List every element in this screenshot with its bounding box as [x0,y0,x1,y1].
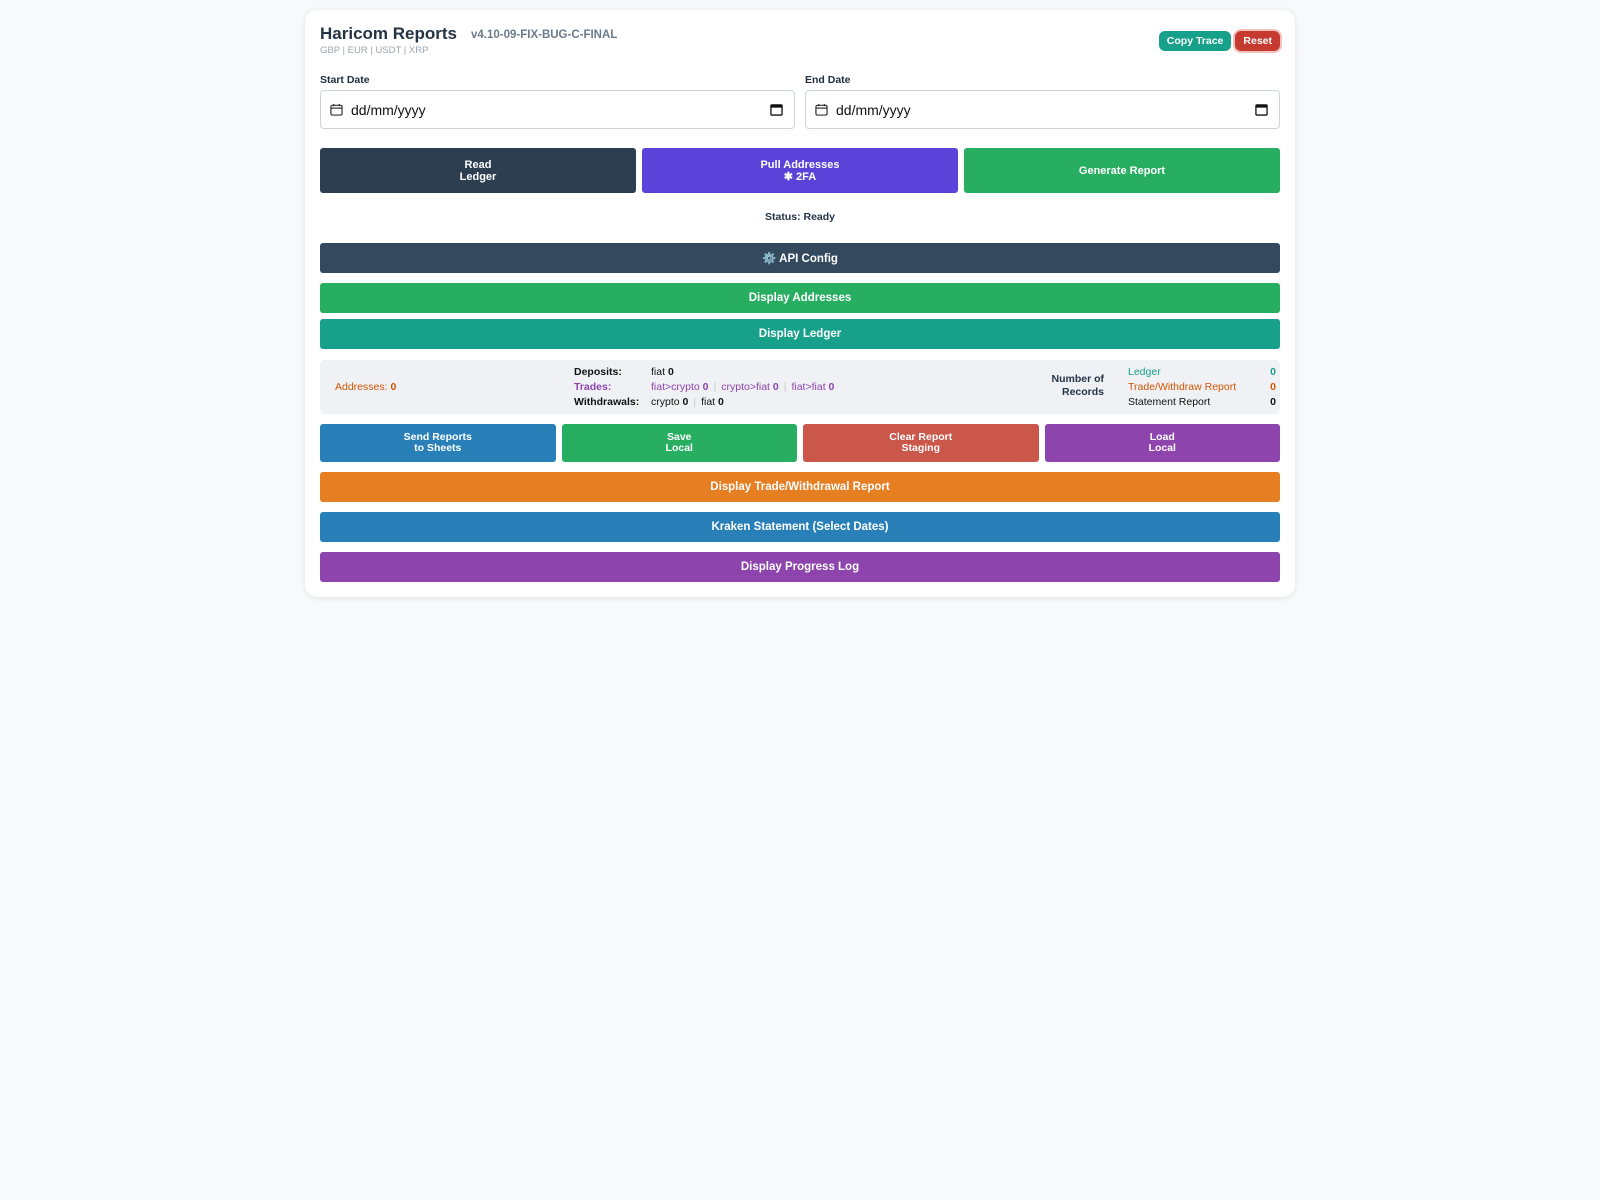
display-ledger-button[interactable]: Display Ledger [320,319,1280,349]
start-date-value: dd/mm/yyyy [351,102,426,118]
trades-fiat-crypto-value: 0 [702,381,709,393]
records-ledger-value: 0 [1270,366,1276,378]
pull-addresses-label-1: Pull Addresses [760,158,840,171]
records-statement-value: 0 [1270,396,1276,408]
display-trade-report-button[interactable]: Display Trade/Withdrawal Report [320,472,1280,502]
main-actions: Read Ledger Pull Addresses ✱ 2FA Generat… [320,148,1280,193]
save-local-button[interactable]: Save Local [561,424,797,462]
trades-row: Trades: fiat>crypto 0 | crypto>fiat 0 | fiat>… [574,381,834,396]
calendar-picker-icon[interactable] [1255,103,1268,116]
addresses-label: Addresses: [335,381,388,393]
end-date-input[interactable]: dd/mm/yyyy [805,90,1280,129]
display-addresses-button[interactable]: Display Addresses [320,283,1280,313]
kraken-statement-button[interactable]: Kraken Statement (Select Dates) [320,512,1280,542]
save-local-label-2: Local [665,442,693,454]
separator: | [783,381,787,393]
api-config-button[interactable]: ⚙️ API Config [320,243,1280,273]
records-title-line-2: Records [1061,386,1104,398]
records-ledger-row: Ledger 0 [1128,366,1276,381]
transaction-counts: Deposits: fiat 0 Trades: fiat>crypto 0 | cry… [574,366,834,411]
records-trade-value: 0 [1270,381,1276,393]
trades-fiat-fiat-label: fiat>fiat [791,381,826,393]
currency-list: GBP | EUR | USDT | XRP [320,45,429,56]
addresses-count: Addresses: 0 [335,381,396,393]
withdrawals-row: Withdrawals: crypto 0 | fiat 0 [574,396,834,411]
trades-crypto-fiat-value: 0 [772,381,779,393]
start-date-input[interactable]: dd/mm/yyyy [320,90,795,129]
deposits-row: Deposits: fiat 0 [574,366,834,381]
trades-fiat-crypto-label: fiat>crypto [651,381,700,393]
withdrawals-fiat-value: 0 [718,396,724,408]
records-trade-label: Trade/Withdraw Report [1128,381,1237,393]
withdrawals-crypto-label: crypto [651,396,680,408]
header: Haricom Reports v4.10-09-FIX-BUG-C-FINAL… [320,24,1280,64]
separator: | [713,381,717,393]
records-title: Number of Records [1044,373,1105,399]
trades-crypto-fiat-label: crypto>fiat [721,381,770,393]
clear-staging-label-2: Staging [901,442,941,454]
records-list: Ledger 0 Trade/Withdraw Report 0 Stateme… [1128,366,1276,411]
header-actions: Copy Trace Reset [1158,31,1280,51]
read-ledger-label-1: Read [464,158,492,171]
clear-staging-button[interactable]: Clear Report Staging [803,424,1039,462]
withdrawals-label: Withdrawals: [574,396,640,408]
deposits-fiat-label: fiat [651,366,666,378]
date-range: Start Date dd/mm/yyyy End Date dd/mm/yyy… [320,74,1280,130]
reset-button[interactable]: Reset [1235,31,1280,51]
calendar-icon [815,103,828,116]
summary-panel: Addresses: 0 Deposits: fiat 0 Trades: fiat… [320,360,1280,414]
main-card: Haricom Reports v4.10-09-FIX-BUG-C-FINAL… [305,10,1295,597]
read-ledger-button[interactable]: Read Ledger [320,148,636,193]
records-statement-label: Statement Report [1128,396,1211,408]
read-ledger-label-2: Ledger [459,170,497,183]
load-local-button[interactable]: Load Local [1044,424,1280,462]
pull-addresses-button[interactable]: Pull Addresses ✱ 2FA [642,148,958,193]
version-label: v4.10-09-FIX-BUG-C-FINAL [471,29,618,41]
send-reports-label-2: to Sheets [414,442,462,454]
records-statement-row: Statement Report 0 [1128,396,1276,411]
load-local-label-2: Local [1148,442,1176,454]
records-trade-row: Trade/Withdraw Report 0 [1128,381,1276,396]
separator: | [693,396,697,408]
records-ledger-label: Ledger [1128,366,1161,378]
trades-label: Trades: [574,381,612,393]
calendar-icon [330,103,343,116]
end-date-group: End Date dd/mm/yyyy [805,74,1280,129]
withdrawals-crypto-value: 0 [682,396,689,408]
display-progress-log-button[interactable]: Display Progress Log [320,552,1280,582]
end-date-value: dd/mm/yyyy [836,102,911,118]
records-title-line-1: Number of [1051,373,1105,385]
deposits-label: Deposits: [574,366,622,378]
status-text: Status: Ready [764,211,836,223]
end-date-label: End Date [805,74,851,86]
send-reports-button[interactable]: Send Reports to Sheets [320,424,556,462]
addresses-value: 0 [390,381,397,393]
withdrawals-fiat-label: fiat [701,396,716,408]
app-title: Haricom Reports [320,24,457,43]
secondary-actions: Send Reports to Sheets Save Local Clear … [320,424,1280,462]
calendar-picker-icon[interactable] [770,103,783,116]
start-date-group: Start Date dd/mm/yyyy [320,74,795,129]
generate-report-button[interactable]: Generate Report [964,148,1280,193]
start-date-label: Start Date [320,74,370,86]
pull-addresses-label-2: ✱ 2FA [783,170,817,183]
deposits-fiat-value: 0 [667,366,674,378]
trades-fiat-fiat-value: 0 [828,381,835,393]
copy-trace-button[interactable]: Copy Trace [1158,31,1232,51]
